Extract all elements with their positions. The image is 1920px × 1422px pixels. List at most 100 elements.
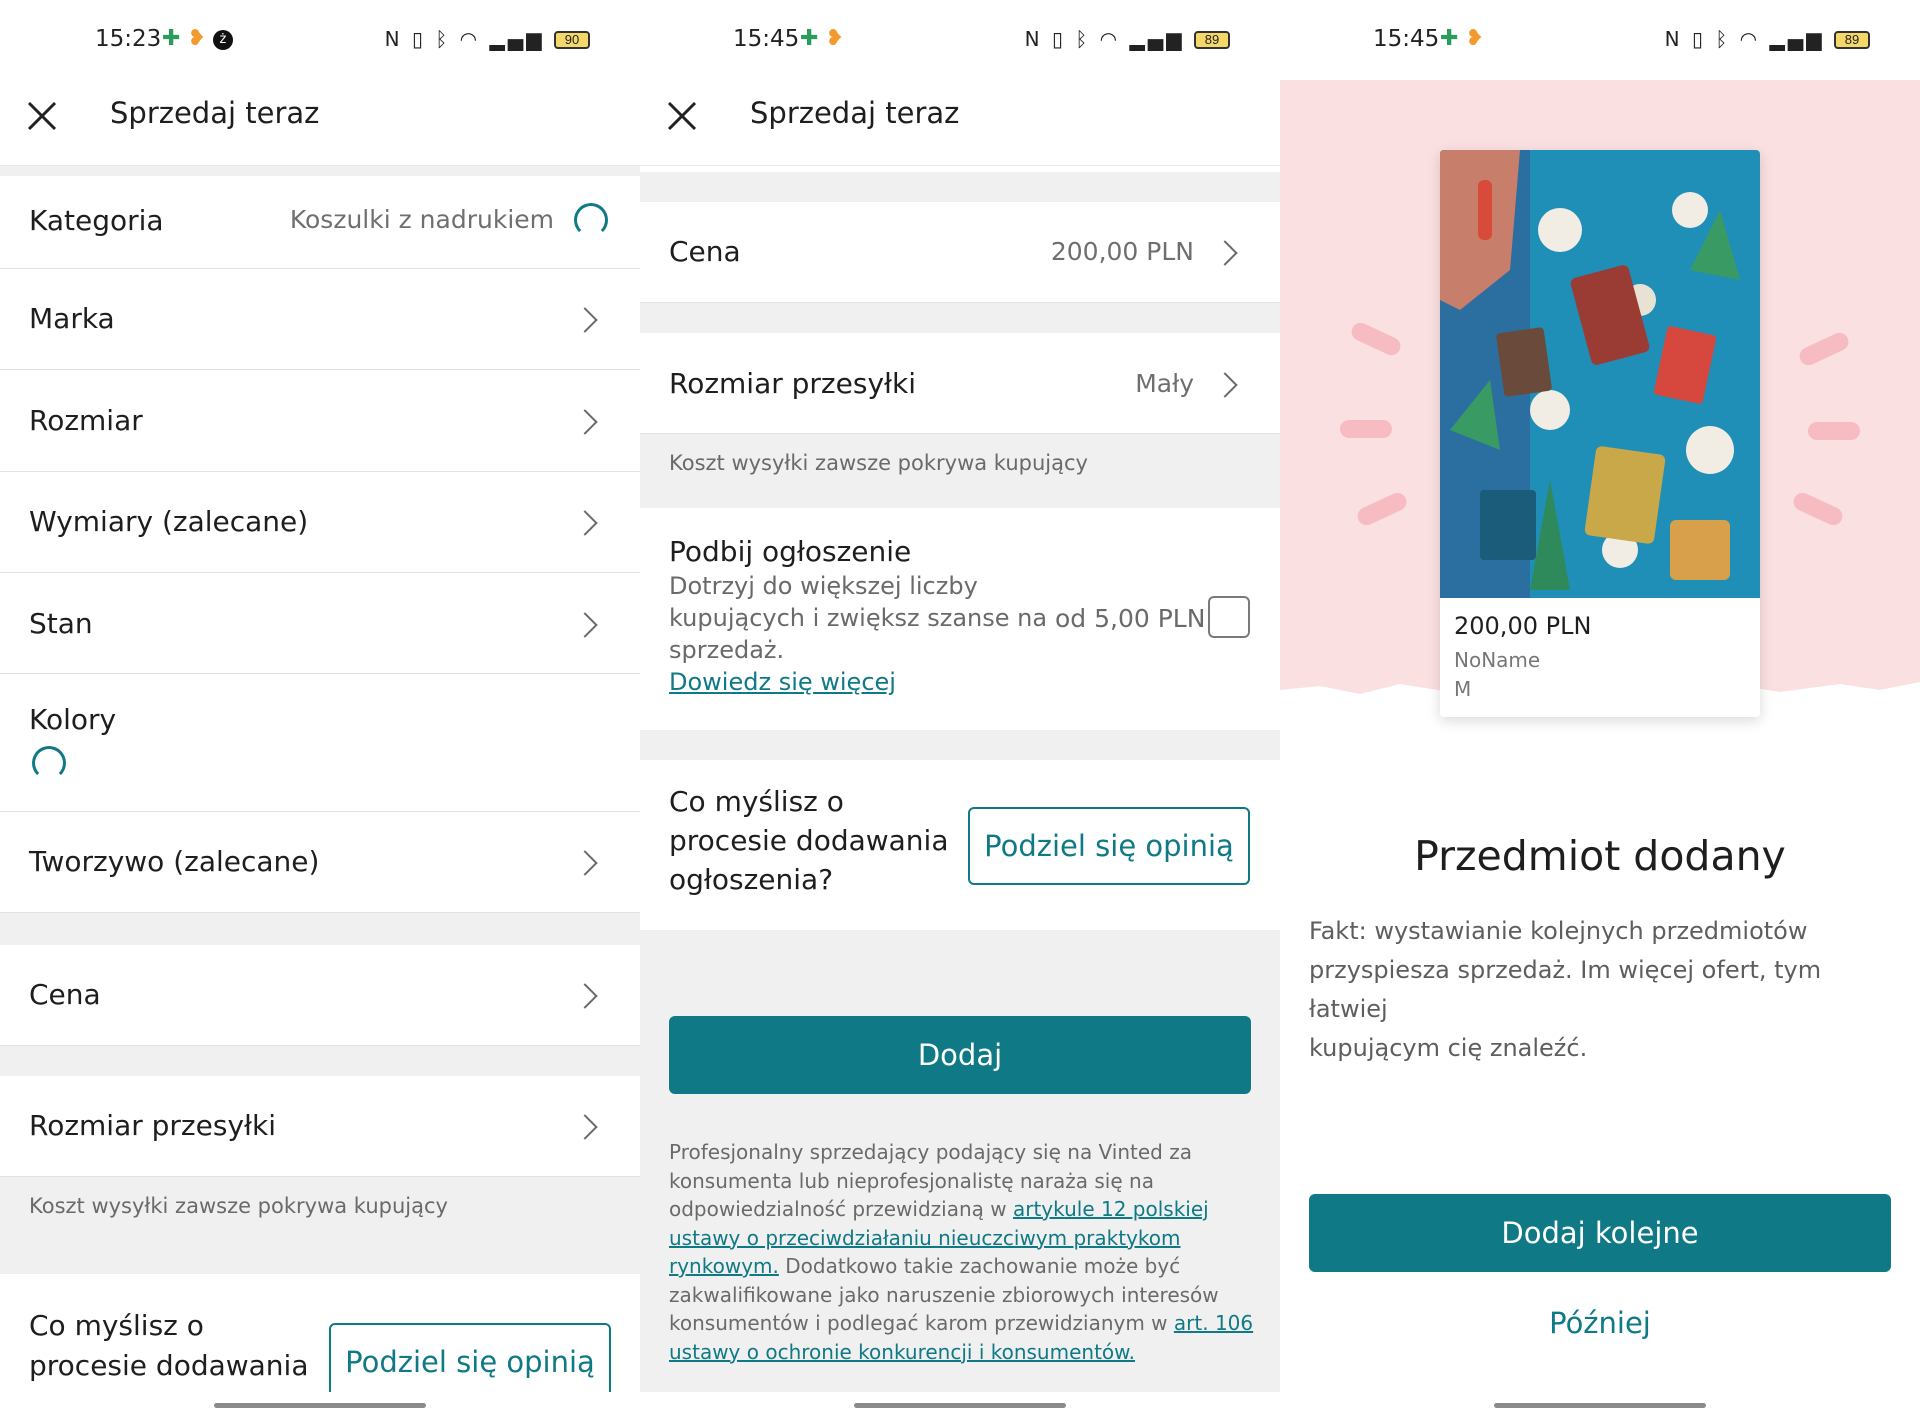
home-indicator[interactable] [214,1403,426,1408]
card-size: M [1454,677,1472,701]
row-label: Cena [29,978,101,1011]
share-feedback-button[interactable]: Podziel się opinią [968,807,1250,885]
legal-line: Profesjonalny sprzedający podający się n… [669,1140,1192,1164]
section-divider [640,303,1280,333]
submit-section: Dodaj Profesjonalny sprzedający podający… [640,930,1280,1392]
article-12-link[interactable]: rynkowym. [669,1254,779,1278]
vibrate-icon: ▯ [1051,27,1066,51]
close-icon[interactable] [24,98,60,134]
legal-text: Dodatkowo takie zachowanie może być [778,1254,1181,1278]
row-price[interactable]: Cena [0,945,640,1046]
app-header: Sprzedaj teraz [0,80,640,166]
notification-icons: ✚ ❥ ż [162,26,233,51]
bluetooth-icon: ᛒ [435,27,451,51]
add-button[interactable]: Dodaj [669,1016,1251,1094]
status-bar: 15:45 ✚ ❥ N ▯ ᛒ ◠ ▂▄▆ 89 [640,0,1280,80]
legal-notice: Profesjonalny sprzedający podający się n… [669,1138,1259,1366]
row-value: Koszulki z nadrukiem [289,205,554,234]
later-link[interactable]: Później [1280,1306,1920,1340]
notification-icons: ✚ ❥ [1440,26,1484,51]
home-indicator[interactable] [1494,1403,1706,1408]
row-value: Mały [1135,369,1194,398]
chevron-right-icon [572,510,598,536]
chevron-right-icon [572,409,598,435]
z-app-icon: ż [212,30,233,50]
legal-text: odpowiedzialność przewidzianą w [669,1197,1013,1221]
row-label: Rozmiar przesyłki [29,1109,276,1142]
shipping-note: Koszt wysyłki zawsze pokrywa kupujący [669,451,1088,475]
status-time: 15:23 [95,26,162,52]
row-parcel-size[interactable]: Rozmiar przesyłki Mały [640,333,1280,434]
feedback-section: Co myślisz o procesie dodawania Podziel … [0,1274,640,1401]
article-106-link[interactable]: art. 106 [1174,1311,1253,1335]
chevron-right-icon [572,850,598,876]
row-size[interactable]: Rozmiar [0,370,640,472]
status-time: 15:45 [1373,26,1440,52]
heart-app-icon: ❥ [825,26,844,51]
chevron-right-icon [572,1114,598,1140]
row-colors[interactable]: Kolory [0,674,640,812]
row-dimensions[interactable]: Wymiary (zalecane) [0,472,640,573]
close-icon[interactable] [664,98,700,134]
signal-icon: ▂▄▆ [489,27,545,51]
feedback-section: Co myślisz o procesie dodawania ogłoszen… [640,760,1280,930]
wifi-icon: ◠ [1099,27,1121,51]
feedback-line: Co myślisz o [29,1309,204,1342]
nfc-icon: N [1664,27,1683,51]
row-material[interactable]: Tworzywo (zalecane) [0,812,640,913]
row-label: Marka [29,302,115,335]
fact-line: Fakt: wystawianie kolejnych przedmiotów [1309,917,1808,945]
boost-description: Dotrzyj do większej liczby kupujących i … [669,570,1047,698]
row-category[interactable]: Kategoria Koszulki z nadrukiem [0,176,640,269]
success-title: Przedmiot dodany [1414,832,1786,880]
share-feedback-button[interactable]: Podziel się opinią [329,1323,611,1401]
item-photo [1440,150,1760,598]
sparkle-decoration [1340,420,1392,438]
legal-text: konsumentów i podlegać karom przewidzian… [669,1311,1174,1335]
boost-checkbox[interactable] [1208,596,1250,638]
status-bar: 15:23 ✚ ❥ ż N ▯ ᛒ ◠ ▂▄▆ 90 [0,0,640,80]
page-title: Sprzedaj teraz [750,96,960,130]
heart-app-icon: ❥ [187,26,206,51]
legal-line: zakwalifikowane jako naruszenie zbiorowy… [669,1282,1219,1307]
article-12-link[interactable]: artykule 12 polskiej [1013,1197,1209,1221]
chevron-right-icon [572,612,598,638]
row-price[interactable]: Cena 200,00 PLN [640,202,1280,303]
fact-line: kupującym cię znaleźć. [1309,1034,1588,1062]
screen-item-added: 15:45 ✚ ❥ N ▯ ᛒ ◠ ▂▄▆ 89 200,00 PLN NoNa… [1280,0,1920,1422]
status-bar: 15:45 ✚ ❥ N ▯ ᛒ ◠ ▂▄▆ 89 [1280,0,1920,80]
article-12-link[interactable]: ustawy o przeciwdziałaniu nieuczciwym pr… [669,1226,1181,1250]
vibrate-icon: ▯ [411,27,426,51]
article-106-link[interactable]: ustawy o ochronie konkurencji i konsumen… [669,1340,1135,1364]
row-label: Rozmiar [29,404,143,437]
row-label: Rozmiar przesyłki [669,367,916,400]
system-icons: N ▯ ᛒ ◠ ▂▄▆ 89 [1025,27,1230,51]
bluetooth-icon: ᛒ [1715,27,1731,51]
sparkle-decoration [1808,422,1860,440]
section-divider [640,172,1280,202]
screen-sell-form-2: 15:45 ✚ ❥ N ▯ ᛒ ◠ ▂▄▆ 89 Sprzedaj teraz … [640,0,1280,1422]
battery-icon: 89 [1834,31,1870,49]
signal-icon: ▂▄▆ [1769,27,1825,51]
chevron-right-icon [1212,240,1238,266]
add-more-button[interactable]: Dodaj kolejne [1309,1194,1891,1272]
row-condition[interactable]: Stan [0,573,640,674]
section-divider [0,166,640,176]
plus-app-icon: ✚ [1440,26,1459,51]
section-divider [0,913,640,945]
home-indicator[interactable] [854,1403,1066,1408]
row-label: Wymiary (zalecane) [29,505,309,538]
feedback-line: procesie dodawania [669,824,949,857]
row-label: Kategoria [29,204,164,237]
row-parcel-size[interactable]: Rozmiar przesyłki [0,1076,640,1177]
chevron-right-icon [572,983,598,1009]
section-divider [0,1046,640,1076]
learn-more-link[interactable]: Dowiedz się więcej [669,668,896,696]
row-brand[interactable]: Marka [0,269,640,370]
row-label: Stan [29,607,93,640]
plus-app-icon: ✚ [162,26,181,51]
boost-line: kupujących i zwiększ szanse na [669,604,1048,632]
vibrate-icon: ▯ [1691,27,1706,51]
shipping-note: Koszt wysyłki zawsze pokrywa kupujący [29,1194,448,1218]
item-card[interactable]: 200,00 PLN NoName M [1440,150,1760,717]
